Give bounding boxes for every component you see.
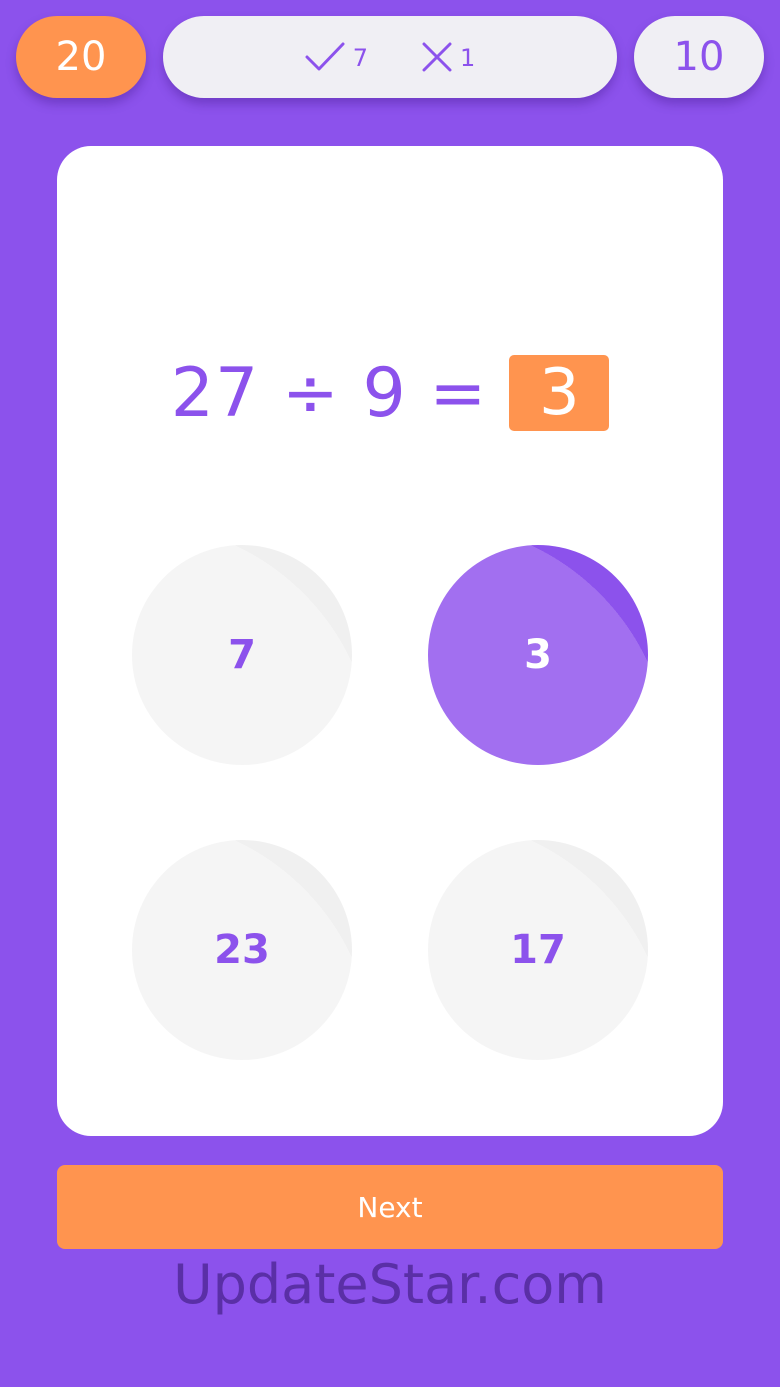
choice-label: 3 [524, 632, 552, 678]
question-count-value: 10 [673, 34, 725, 80]
answer-box: 3 [509, 355, 610, 431]
score-bar: 7 1 [163, 16, 617, 98]
checkmark-icon [305, 42, 345, 72]
equation-expression: 27 ÷ 9 = [170, 353, 488, 433]
quiz-screen: 20 7 1 10 27 ÷ 9 = 3 7 3 23 17 Next Upda… [0, 0, 780, 1387]
correct-count: 7 [352, 44, 368, 72]
timer-value: 20 [55, 34, 107, 80]
question-count-badge: 10 [634, 16, 764, 98]
wrong-count: 1 [460, 44, 476, 72]
correct-score: 7 [305, 42, 368, 72]
choice-button[interactable]: 17 [428, 840, 648, 1060]
choice-button[interactable]: 23 [132, 840, 352, 1060]
timer-badge: 20 [16, 16, 146, 98]
x-icon [422, 42, 452, 72]
equation: 27 ÷ 9 = 3 [0, 353, 780, 433]
choice-button[interactable]: 7 [132, 545, 352, 765]
answer-value: 3 [538, 356, 580, 430]
wrong-score: 1 [422, 42, 475, 72]
choice-label: 23 [214, 927, 270, 973]
choice-label: 7 [228, 632, 256, 678]
choice-button-selected[interactable]: 3 [428, 545, 648, 765]
choice-label: 17 [510, 927, 566, 973]
watermark: UpdateStar.com [173, 1253, 607, 1316]
next-button[interactable]: Next [57, 1165, 723, 1249]
